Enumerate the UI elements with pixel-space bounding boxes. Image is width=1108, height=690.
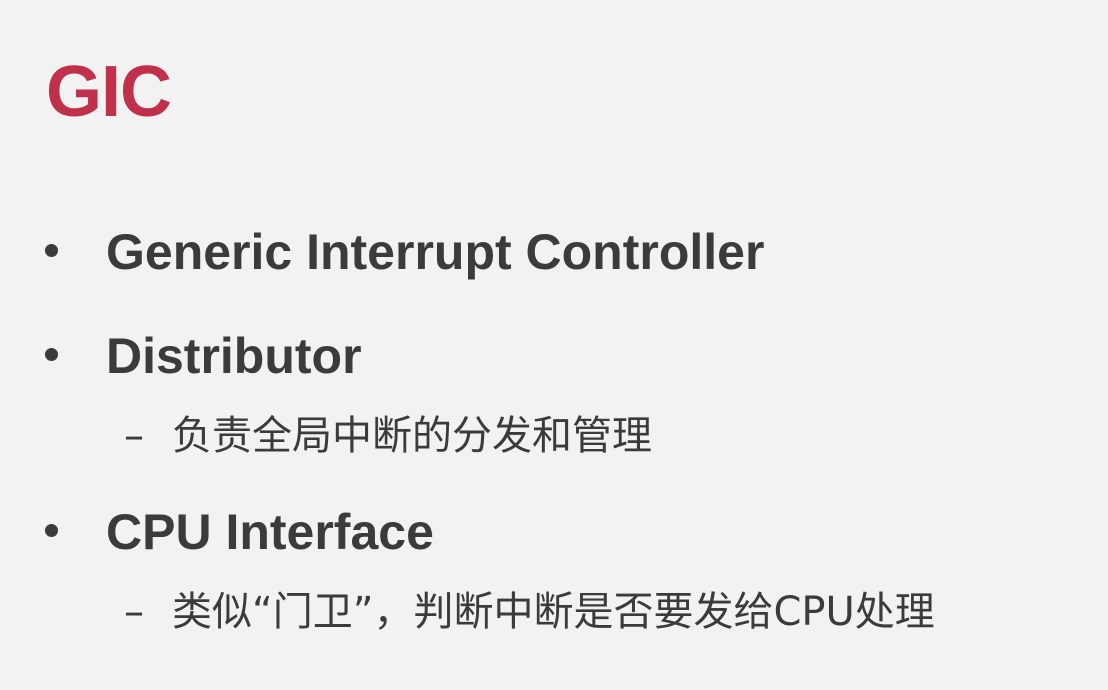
sub-bullet-dash: – [124, 589, 144, 635]
bullet-item: CPU Interface [0, 502, 1108, 562]
sub-bullet-dash: – [124, 413, 144, 459]
sub-bullet-item: – 负责全局中断的分发和管理 [0, 410, 1108, 462]
bullet-dot-icon [45, 524, 58, 537]
bullet-text: Generic Interrupt Controller [106, 224, 765, 280]
sub-bullet-text: 负责全局中断的分发和管理 [172, 413, 652, 459]
sub-bullet-text: 类似“门卫”，判断中断是否要发给CPU处理 [172, 589, 935, 635]
bullet-item: Distributor [0, 326, 1108, 386]
bullet-dot-icon [45, 348, 58, 361]
slide-title: GIC [46, 52, 172, 132]
bullet-text: Distributor [106, 328, 362, 384]
bullet-item: Generic Interrupt Controller [0, 222, 1108, 282]
bullet-dot-icon [45, 244, 58, 257]
slide: GIC Generic Interrupt Controller Distrib… [0, 0, 1108, 690]
bullet-text: CPU Interface [106, 504, 434, 560]
sub-bullet-item: – 类似“门卫”，判断中断是否要发给CPU处理 [0, 586, 1108, 638]
